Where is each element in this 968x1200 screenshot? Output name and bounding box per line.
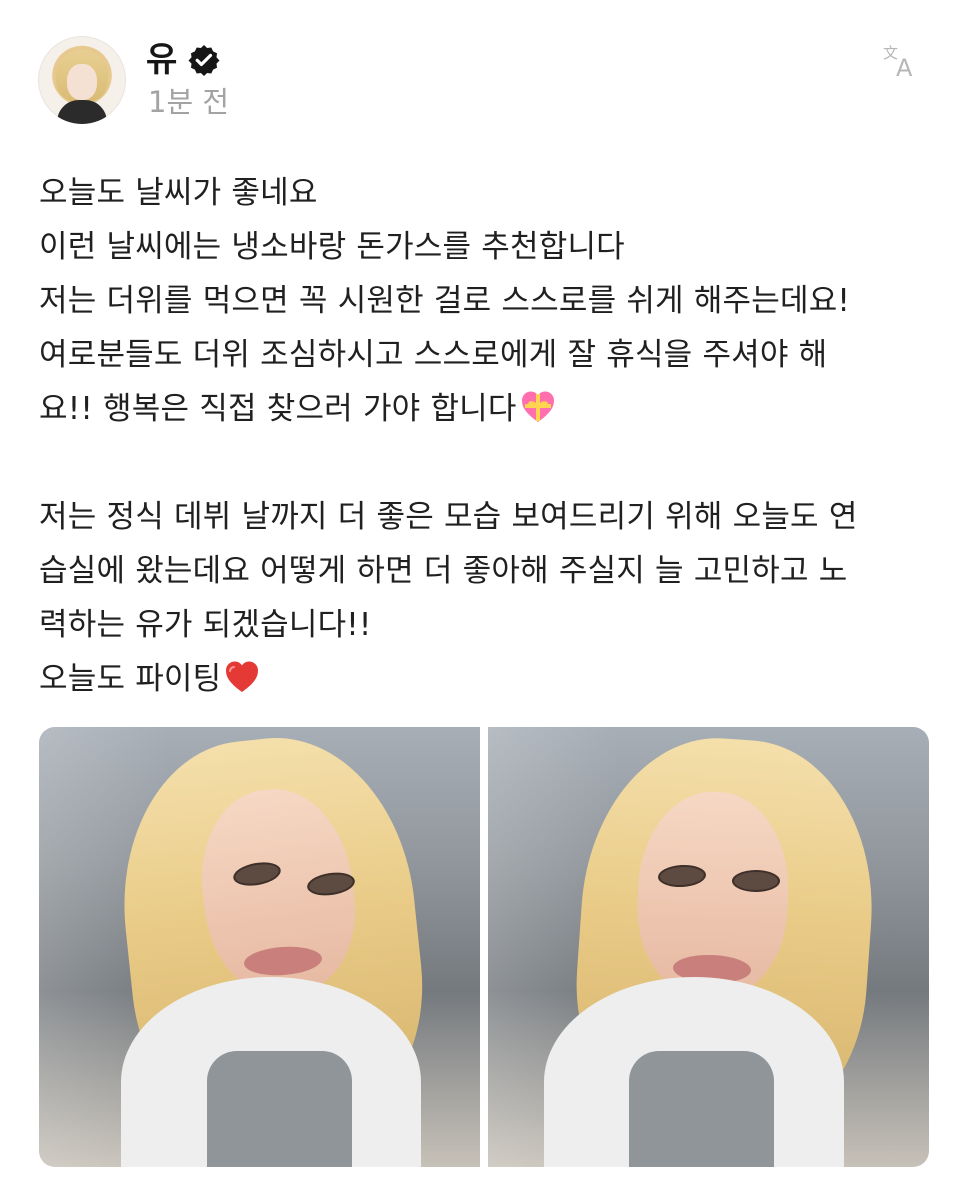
post-time: 1분 전 <box>148 85 230 119</box>
avatar-face <box>67 64 97 100</box>
red-heart-icon <box>223 658 261 713</box>
photo-top <box>207 1051 352 1167</box>
translate-icon[interactable]: 文 A <box>880 38 922 80</box>
post-content: 오늘도 날씨가 좋네요 이런 날씨에는 냉소바랑 돈가스를 추천합니다 저는 더… <box>39 166 929 706</box>
post-text-line: 여로분들도 더위 조심하시고 스스로에게 잘 휴식을 주셔야 해 <box>39 337 828 373</box>
photo-eye <box>732 870 780 892</box>
post-text-line-with-heart: 오늘도 파이팅 <box>39 652 929 706</box>
post-text-line: 저는 더위를 먹으면 꼭 시원한 걸로 스스로를 쉬게 해주는데요! <box>39 283 851 319</box>
heart-with-ribbon-icon <box>519 388 557 443</box>
photo-grid <box>39 727 929 1167</box>
post-text-line: 요!! 행복은 직접 찾으러 가야 합니다 <box>39 391 517 427</box>
post-photo-right[interactable] <box>488 727 929 1167</box>
post-text-line: 습실에 왔는데요 어떻게 하면 더 좋아해 주실지 늘 고민하고 노 <box>39 553 848 589</box>
post-text-line: 저는 정식 데뷔 날까지 더 좋은 모습 보여드리기 위해 오늘도 연 <box>39 499 858 535</box>
verified-badge-icon <box>187 43 221 77</box>
avatar-body <box>57 100 107 124</box>
post-header: 유 1분 전 文 A <box>38 30 928 124</box>
photo-top <box>629 1051 774 1167</box>
post-text-line: 오늘도 파이팅 <box>39 661 222 697</box>
post-photo-left[interactable] <box>39 727 480 1167</box>
post-text-line: 오늘도 날씨가 좋네요 <box>39 175 318 211</box>
post-text-line-with-gift-heart: 요!! 행복은 직접 찾으러 가야 합니다 <box>39 382 929 436</box>
author-name[interactable]: 유 <box>146 43 177 77</box>
svg-text:A: A <box>896 54 913 78</box>
post-text-line: 력하는 유가 되겠습니다!! <box>39 607 372 643</box>
post-text-line: 이런 날씨에는 냉소바랑 돈가스를 추천합니다 <box>39 229 625 265</box>
username-row: 유 <box>146 40 221 80</box>
avatar[interactable] <box>38 36 126 124</box>
